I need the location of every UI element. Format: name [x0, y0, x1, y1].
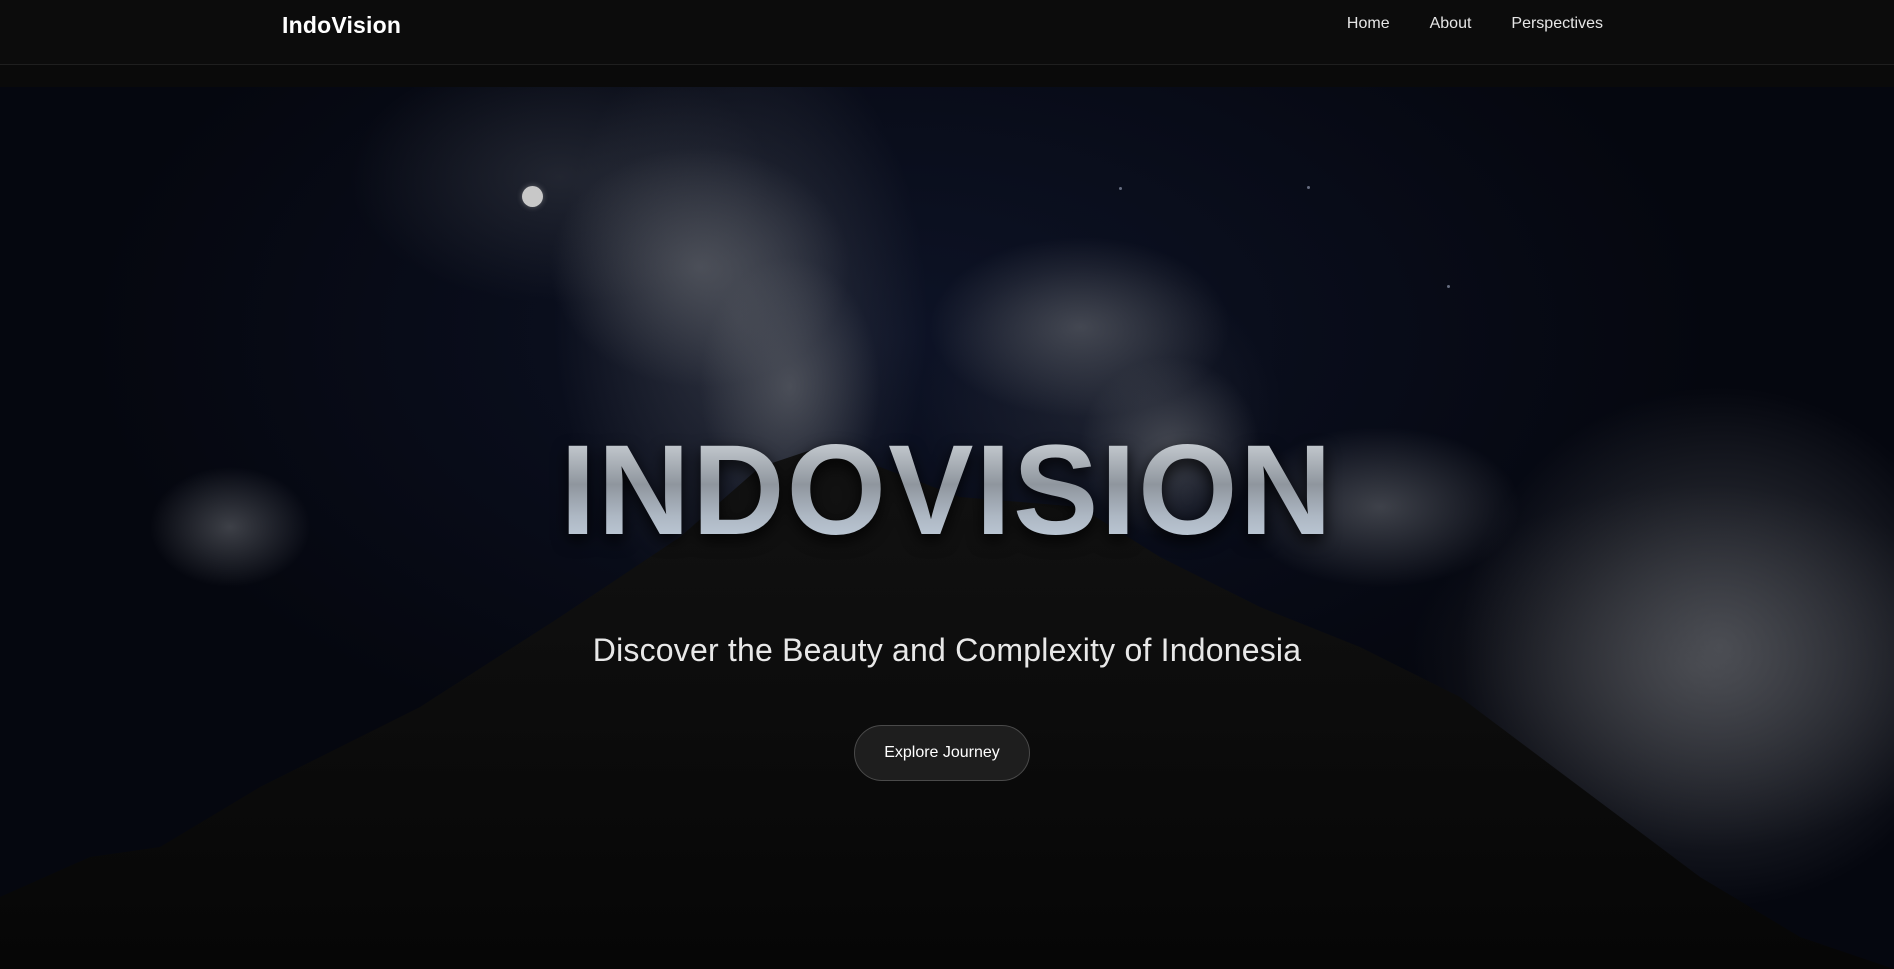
hero-subtitle: Discover the Beauty and Complexity of In… — [592, 632, 1302, 668]
hero-section: INDOVISION Discover the Beauty and Compl… — [0, 87, 1894, 969]
nav-link-home[interactable]: Home — [1347, 15, 1390, 33]
nav-link-about[interactable]: About — [1430, 15, 1472, 33]
brand-logo[interactable]: IndoVision — [282, 12, 401, 39]
navbar: IndoVision Home About Perspectives — [0, 0, 1894, 65]
hero-title: INDOVISION — [0, 427, 1894, 555]
nav-link-perspectives[interactable]: Perspectives — [1511, 15, 1603, 33]
navbar-divider — [0, 65, 1894, 87]
nav-links: Home About Perspectives — [1347, 15, 1603, 33]
page: IndoVision Home About Perspectives INDOV… — [0, 0, 1894, 969]
explore-journey-button[interactable]: Explore Journey — [854, 725, 1030, 781]
